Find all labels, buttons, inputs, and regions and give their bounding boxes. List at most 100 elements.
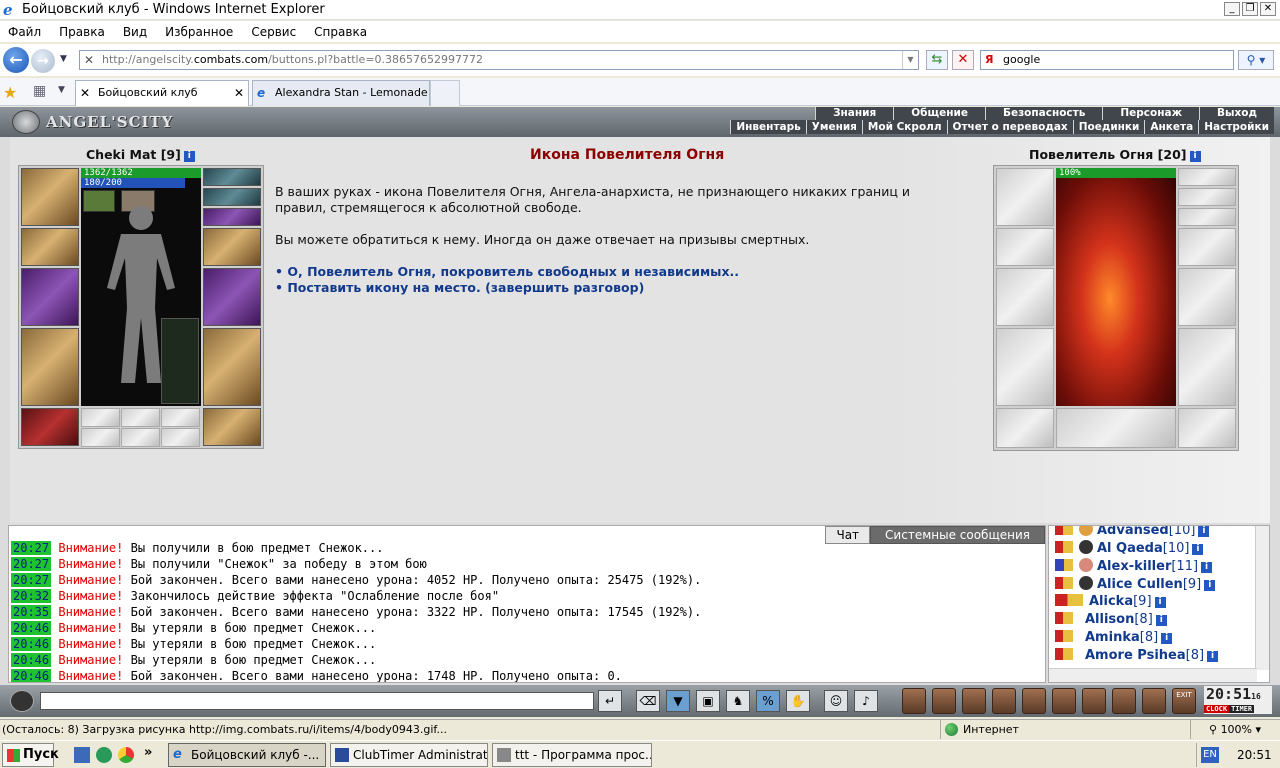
user-item[interactable]: Aminka[8] i: [1055, 630, 1173, 645]
user-name[interactable]: Amore Psihea: [1085, 648, 1186, 663]
chrome-icon[interactable]: [118, 747, 134, 763]
scroll-slot-3[interactable]: [161, 428, 200, 447]
action-house-icon[interactable]: [1112, 688, 1136, 714]
shield-slot[interactable]: [203, 268, 261, 326]
action-map-icon[interactable]: [1052, 688, 1076, 714]
amulet-slot[interactable]: [203, 188, 261, 206]
chat-time[interactable]: 20:32: [11, 589, 52, 603]
chat-time[interactable]: 20:46: [11, 653, 52, 667]
chat-time[interactable]: 20:27: [11, 573, 52, 587]
scroll-slot-1[interactable]: [81, 428, 120, 447]
user-info-icon[interactable]: i: [1154, 597, 1166, 608]
action-bag-icon[interactable]: [962, 688, 986, 714]
save-log-icon[interactable]: ▣: [696, 690, 720, 712]
user-info-icon[interactable]: i: [1204, 580, 1216, 591]
tray-clock[interactable]: 20:51: [1237, 743, 1272, 767]
player-info-icon[interactable]: i: [183, 151, 195, 162]
quicklaunch-app-icon[interactable]: [96, 747, 112, 763]
user-item[interactable]: Alicka[9] i: [1055, 594, 1166, 609]
chat-log[interactable]: 20:27 Внимание! Вы получили в бою предме…: [8, 525, 1046, 683]
dialog-option-end[interactable]: • Поставить икону на место. (завершить р…: [275, 280, 955, 296]
menu-exit[interactable]: Выход: [1199, 107, 1274, 120]
history-dropdown-icon[interactable]: ▼: [60, 54, 67, 64]
user-item[interactable]: Alex-killer[11] i: [1055, 558, 1213, 574]
user-name[interactable]: Alice Cullen: [1097, 577, 1183, 592]
sound-icon[interactable]: ♪: [854, 690, 878, 712]
menu-view[interactable]: Вид: [123, 25, 147, 39]
submenu-profile[interactable]: Анкета: [1144, 120, 1199, 134]
close-window-button[interactable]: ✕: [1260, 2, 1276, 16]
user-item[interactable]: Allison[8] i: [1055, 612, 1167, 627]
address-dropdown-icon[interactable]: ▼: [902, 51, 918, 69]
action-scroll-icon[interactable]: [1022, 688, 1046, 714]
close-tab-icon[interactable]: ✕: [234, 81, 244, 105]
user-name[interactable]: Aminka: [1085, 630, 1140, 645]
menu-communication[interactable]: Общение: [893, 107, 985, 120]
action-potion-icon[interactable]: [1082, 688, 1106, 714]
user-name[interactable]: Al Qaeda: [1097, 541, 1163, 556]
maximize-button[interactable]: ❐: [1242, 2, 1258, 16]
user-item[interactable]: Alice Cullen[9] i: [1055, 576, 1216, 592]
helmet-slot[interactable]: [21, 168, 79, 226]
menu-tools[interactable]: Сервис: [251, 25, 296, 39]
percent-icon[interactable]: %: [756, 690, 780, 712]
menu-security[interactable]: Безопасность: [984, 107, 1103, 120]
submenu-inventory[interactable]: Инвентарь: [730, 120, 806, 134]
zoom-control[interactable]: ⚲ 100% ▾: [1190, 720, 1280, 739]
menu-edit[interactable]: Правка: [59, 25, 105, 39]
submenu-skills[interactable]: Умения: [805, 120, 862, 134]
chat-time[interactable]: 20:46: [11, 637, 52, 651]
leggings-slot[interactable]: [203, 328, 261, 406]
user-info-icon[interactable]: i: [1192, 544, 1204, 555]
smiley-icon[interactable]: ☺: [824, 690, 848, 712]
action-fireworks-icon[interactable]: [932, 688, 956, 714]
belt-slot[interactable]: [21, 408, 79, 446]
user-name[interactable]: Alex-killer: [1097, 559, 1171, 574]
menu-favorites[interactable]: Избранное: [165, 25, 233, 39]
user-item[interactable]: Advansed[10] i: [1055, 526, 1210, 538]
chat-time[interactable]: 20:46: [11, 669, 52, 682]
search-button[interactable]: ⚲ ▾: [1238, 50, 1274, 70]
submenu-settings[interactable]: Настройки: [1198, 120, 1274, 134]
user-info-icon[interactable]: i: [1155, 615, 1167, 626]
show-desktop-icon[interactable]: [74, 747, 90, 763]
menu-knowledge[interactable]: Знания: [815, 107, 894, 120]
task-ttt[interactable]: ttt - Программа прос...: [492, 743, 652, 767]
tab-fight-club[interactable]: ✕ Бойцовский клуб ✕: [75, 80, 249, 106]
user-info-icon[interactable]: i: [1201, 562, 1213, 573]
armor-slot[interactable]: [21, 328, 79, 406]
scroll-slot-2[interactable]: [121, 428, 160, 447]
user-item[interactable]: Al Qaeda[10] i: [1055, 540, 1204, 556]
exit-icon[interactable]: EXIT: [1172, 688, 1196, 714]
tab-system-messages[interactable]: Системные сообщения: [870, 526, 1045, 544]
chat-time[interactable]: 20:27: [11, 541, 52, 555]
dialog-option-appeal[interactable]: • О, Повелитель Огня, покровитель свобод…: [275, 264, 955, 280]
task-clubtimer[interactable]: ClubTimer Administrat...: [330, 743, 488, 767]
chat-input[interactable]: [40, 692, 594, 710]
ring-slot-2[interactable]: [121, 408, 160, 427]
submenu-scroll[interactable]: Мой Скролл: [861, 120, 947, 134]
users-vertical-scrollbar[interactable]: [1255, 526, 1269, 670]
action-people-icon[interactable]: [1142, 688, 1166, 714]
weapon-slot[interactable]: [21, 268, 79, 326]
chat-time[interactable]: 20:35: [11, 605, 52, 619]
minimize-button[interactable]: _: [1224, 2, 1240, 16]
user-name[interactable]: Allison: [1085, 612, 1134, 627]
rings-slot[interactable]: [203, 208, 261, 226]
earring-slot[interactable]: [203, 168, 261, 186]
chat-options-icon[interactable]: [10, 690, 34, 712]
user-name[interactable]: Advansed: [1097, 526, 1169, 538]
send-message-icon[interactable]: ↵: [598, 690, 622, 712]
search-input[interactable]: Я google: [980, 50, 1234, 70]
back-button[interactable]: ←: [3, 47, 29, 73]
quicklaunch-more-icon[interactable]: »: [144, 745, 152, 760]
stop-button[interactable]: ✕: [952, 50, 974, 70]
menu-character[interactable]: Персонаж: [1102, 107, 1200, 120]
pet-cat-slot[interactable]: [161, 318, 199, 404]
quick-tabs-icon[interactable]: ▦: [33, 83, 46, 99]
gloves-slot[interactable]: [203, 228, 261, 266]
chat-filter-icon[interactable]: ▼: [666, 690, 690, 712]
start-button[interactable]: Пуск: [2, 743, 59, 767]
task-fight-club[interactable]: e Бойцовский клуб -...: [168, 743, 326, 767]
action-chest-icon[interactable]: [992, 688, 1016, 714]
